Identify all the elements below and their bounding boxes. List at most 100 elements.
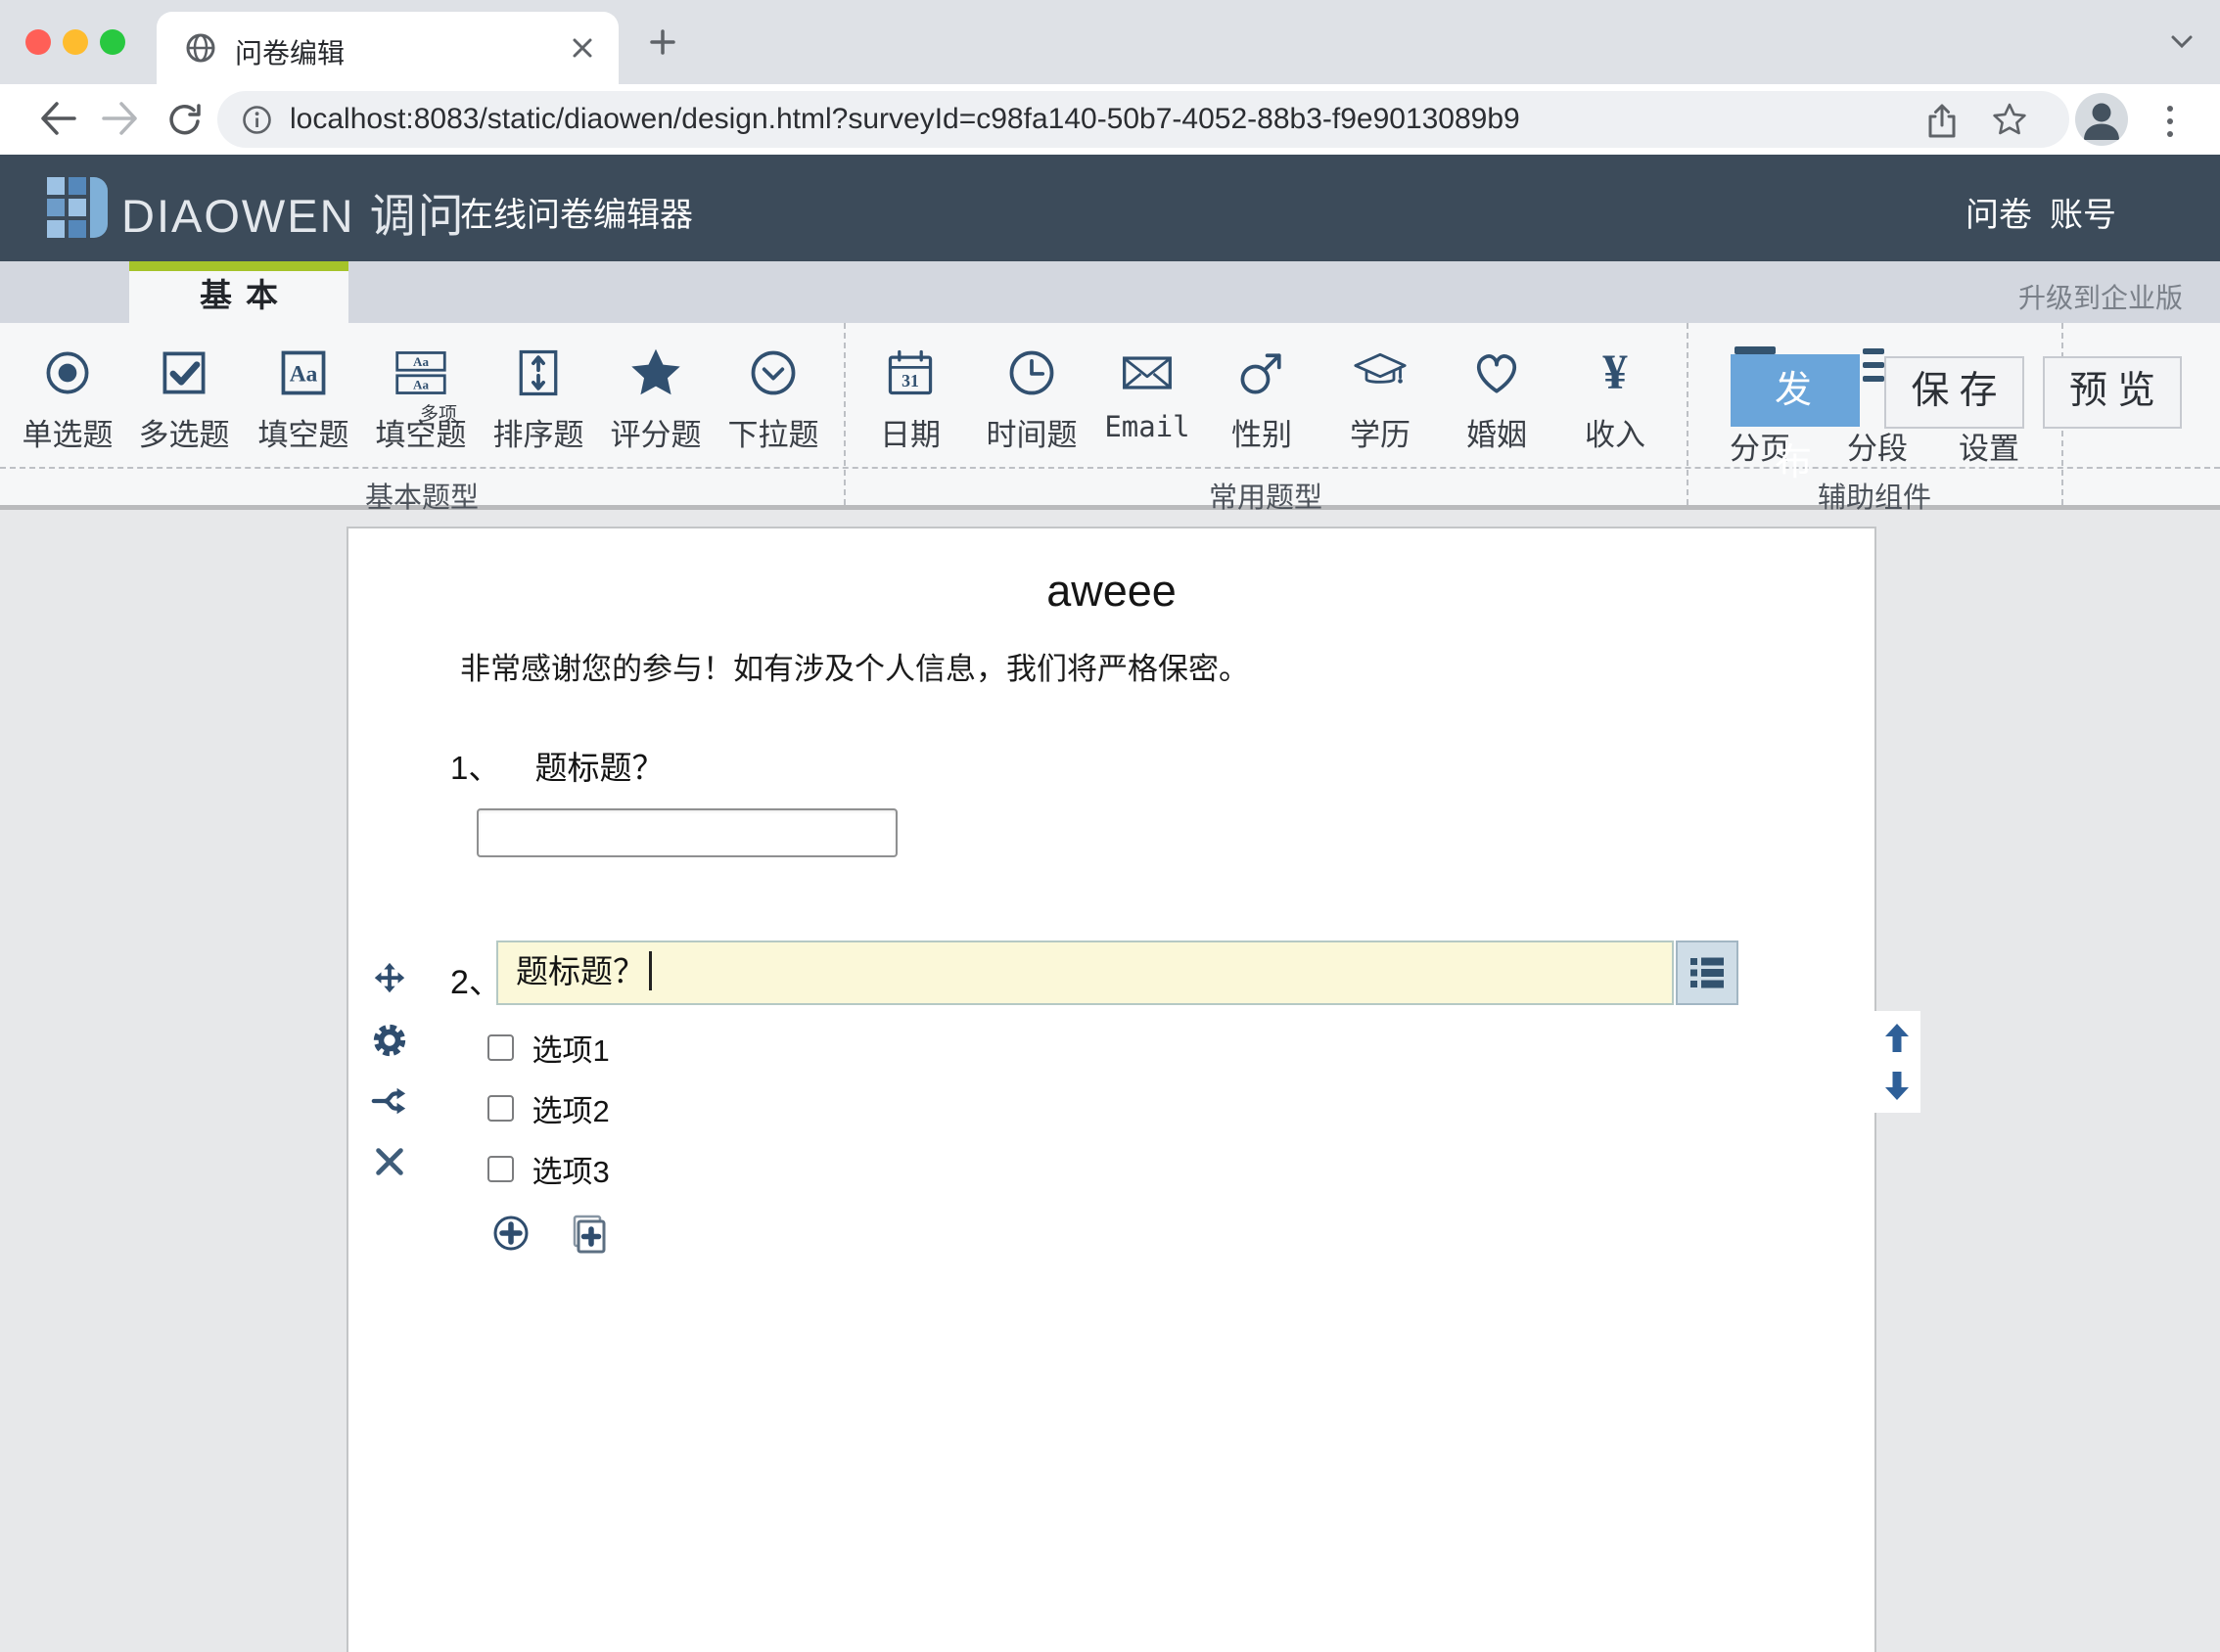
gear-icon[interactable] [371, 1022, 414, 1059]
option-list-button[interactable] [1676, 941, 1738, 1005]
group-label-basic: 基本题型 [304, 475, 539, 516]
bookmark-star-icon[interactable] [1991, 102, 2028, 138]
reload-icon[interactable] [164, 99, 206, 140]
tab-dropdown-icon[interactable] [2169, 31, 2195, 53]
move-up-icon[interactable] [1881, 1022, 1913, 1055]
url-text: localhost:8083/static/diaowen/design.htm… [290, 103, 1520, 136]
sort-icon [485, 341, 592, 405]
survey-card: aweee 非常感谢您的参与！如有涉及个人信息，我们将严格保密。 1、 题标题？… [347, 527, 1876, 1652]
calendar-icon: 31 [856, 341, 964, 405]
share-icon[interactable] [1922, 100, 1962, 141]
question-2-title-text: 题标题？ [516, 953, 645, 989]
new-tab-icon[interactable] [648, 27, 677, 57]
svg-text:31: 31 [902, 371, 919, 390]
option-checkbox[interactable] [487, 1034, 514, 1061]
delete-icon[interactable] [371, 1143, 414, 1180]
tool-settings[interactable]: 设置 [1930, 424, 2048, 468]
radio-icon [14, 341, 121, 405]
site-info-icon[interactable] [241, 104, 273, 136]
tool-sort-question[interactable]: 排序题 [485, 341, 592, 454]
nav-survey[interactable]: 问卷 [1966, 188, 2032, 236]
tool-gender-question[interactable]: 性别 [1208, 341, 1316, 454]
ribbon-tab-row: 基本 升级到企业版 [0, 261, 2220, 323]
window-close-button[interactable] [25, 29, 51, 55]
browser-toolbar: localhost:8083/static/diaowen/design.htm… [0, 84, 2220, 155]
app-title: 在线问卷编辑器 [460, 188, 693, 236]
option-checkbox[interactable] [487, 1095, 514, 1122]
question-1-title: 题标题？ [535, 750, 665, 786]
text-caret [649, 951, 652, 990]
paging-icon-fragment [1734, 346, 1776, 354]
upgrade-link[interactable]: 升级到企业版 [2018, 277, 2183, 316]
clock-icon [978, 341, 1086, 405]
svg-text:¥: ¥ [1602, 345, 1628, 399]
survey-designer-page: { "browser": { "tab": { "title": "问卷编辑" … [0, 0, 2220, 1646]
option-checkbox[interactable] [487, 1156, 514, 1182]
toolbar-divider [844, 323, 846, 505]
svg-text:Aa: Aa [290, 361, 318, 387]
survey-note[interactable]: 非常感谢您的参与！如有涉及个人信息，我们将严格保密。 [460, 644, 1249, 688]
male-gender-icon [1208, 341, 1316, 405]
move-down-icon[interactable] [1881, 1069, 1913, 1102]
nav-account[interactable]: 账号 [2050, 188, 2116, 236]
option-list-icon [1688, 953, 1727, 992]
brand-name: DIAOWEN 调问 [121, 178, 466, 246]
graduation-cap-icon [1326, 341, 1434, 405]
browser-tab[interactable]: 问卷编辑 [157, 12, 619, 84]
option-row: 选项1 [487, 1026, 610, 1057]
move-icon[interactable] [371, 961, 414, 998]
segment-icon-fragment [1863, 348, 1884, 354]
publish-button[interactable]: 发布 [1731, 354, 1860, 427]
question-2-title-input[interactable]: 题标题？ [496, 941, 1674, 1005]
question-type-toolbar: 单选题 多选题 Aa 填空题 AaAa 多项 填空题 排序题 评分题 下 [0, 323, 2220, 510]
tool-date-question[interactable]: 31 日期 [856, 341, 964, 454]
option-label: 选项1 [532, 1033, 609, 1068]
svg-text:Aa: Aa [413, 377, 429, 391]
logic-branch-icon[interactable] [371, 1082, 414, 1120]
yuan-icon: ¥ [1561, 341, 1669, 405]
window-zoom-button[interactable] [100, 29, 125, 55]
dropdown-icon [719, 341, 827, 405]
tool-time-question[interactable]: 时间题 [978, 341, 1086, 454]
survey-title[interactable]: aweee [348, 566, 1874, 617]
tool-email-question[interactable]: Email [1093, 341, 1201, 443]
tool-score-question[interactable]: 评分题 [602, 341, 710, 454]
tool-checkbox-question[interactable]: 多选题 [130, 341, 238, 454]
add-option-icon[interactable] [491, 1214, 531, 1255]
browser-menu-icon[interactable] [2165, 104, 2175, 139]
forward-icon[interactable] [100, 99, 143, 138]
window-minimize-button[interactable] [63, 29, 88, 55]
tool-fill-blank-question[interactable]: Aa 填空题 [250, 341, 357, 454]
option-label: 选项3 [532, 1155, 609, 1189]
multi-fill-blank-icon: Aa Aa [367, 341, 475, 405]
multi-tag: 多项 [420, 399, 457, 426]
option-row: 选项2 [487, 1086, 610, 1118]
tool-income-question[interactable]: ¥ 收入 [1561, 341, 1669, 454]
question-2-tools [371, 961, 414, 1204]
design-canvas: aweee 非常感谢您的参与！如有涉及个人信息，我们将严格保密。 1、 题标题？… [0, 515, 2220, 1646]
tab-close-icon[interactable] [568, 33, 597, 63]
fill-blank-icon: Aa [250, 341, 357, 405]
browser-tab-strip: 问卷编辑 [0, 0, 2220, 84]
preview-button[interactable]: 预览 [2043, 356, 2182, 429]
question-1[interactable]: 1、 题标题？ [450, 742, 665, 789]
heart-icon [1443, 341, 1550, 405]
tool-multi-fill-blank-question[interactable]: AaAa 多项 填空题 [367, 341, 475, 454]
browser-profile-avatar[interactable] [2075, 93, 2128, 146]
question-1-answer-input[interactable] [477, 808, 898, 857]
tool-education-question[interactable]: 学历 [1326, 341, 1434, 454]
batch-add-option-icon[interactable] [568, 1214, 609, 1255]
tool-radio-question[interactable]: 单选题 [14, 341, 121, 454]
url-omnibox[interactable]: localhost:8083/static/diaowen/design.htm… [217, 91, 2069, 148]
save-button[interactable]: 保存 [1884, 356, 2024, 429]
tool-dropdown-question[interactable]: 下拉题 [719, 341, 827, 454]
group-label-common: 常用题型 [1148, 475, 1383, 516]
email-icon [1093, 341, 1201, 405]
segment-icon-fragment [1863, 362, 1884, 368]
tab-basic[interactable]: 基本 [129, 261, 348, 323]
checkbox-icon [130, 341, 238, 405]
globe-favicon-icon [184, 31, 217, 65]
svg-text:Aa: Aa [413, 354, 429, 369]
tool-marriage-question[interactable]: 婚姻 [1443, 341, 1550, 454]
back-icon[interactable] [35, 99, 78, 138]
